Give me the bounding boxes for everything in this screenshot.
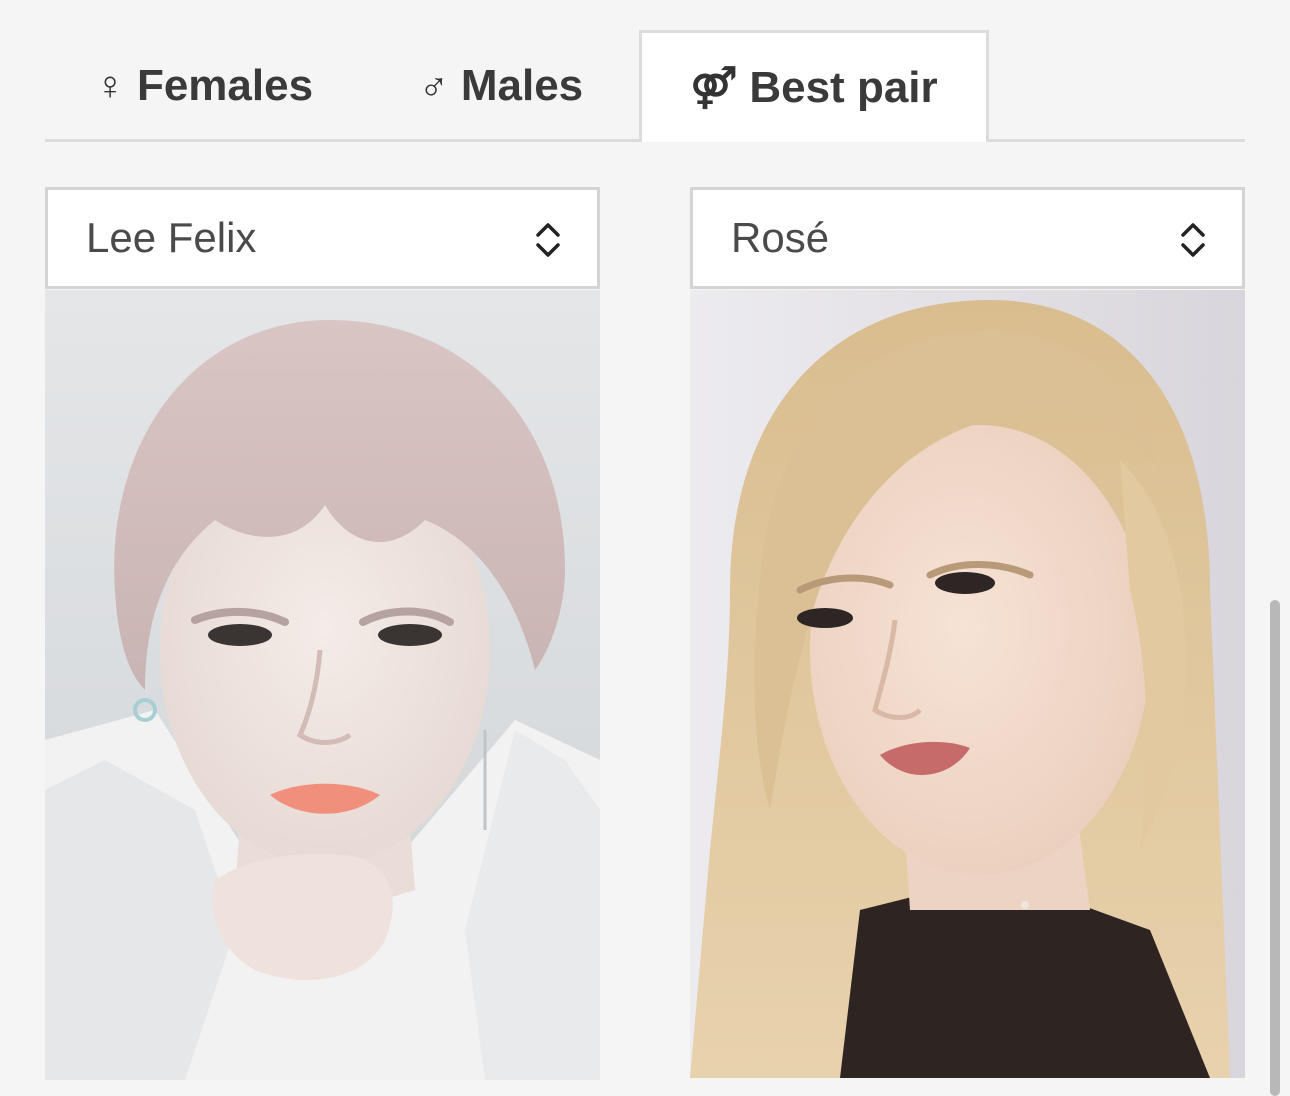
female-select-value: Rosé xyxy=(731,214,830,261)
gender-tabs: ♀ Females ♂ Males ⚤ Best pair xyxy=(45,30,1245,142)
female-photo xyxy=(690,290,1245,1078)
page: ♀ Females ♂ Males ⚤ Best pair Lee Felix … xyxy=(0,0,1290,1096)
male-select-value: Lee Felix xyxy=(86,214,257,261)
tab-females[interactable]: ♀ Females xyxy=(45,30,363,142)
chevron-up-down-icon xyxy=(536,223,560,257)
pair-icon: ⚤ xyxy=(690,65,738,110)
tab-best-pair[interactable]: ⚤ Best pair xyxy=(639,30,989,142)
tab-males[interactable]: ♂ Males xyxy=(363,30,639,142)
female-portrait-image xyxy=(690,290,1245,1078)
male-photo xyxy=(45,290,600,1080)
male-icon: ♂ xyxy=(418,63,449,108)
male-portrait-image xyxy=(45,290,600,1080)
tab-label: Best pair xyxy=(749,62,938,112)
female-select[interactable]: Rosé xyxy=(690,187,1245,289)
scrollbar[interactable] xyxy=(1270,600,1280,1096)
tab-label: Females xyxy=(136,61,314,110)
chevron-up-down-icon xyxy=(1181,223,1205,257)
male-select[interactable]: Lee Felix xyxy=(45,187,600,289)
female-icon: ♀ xyxy=(94,63,125,108)
tab-label: Males xyxy=(460,61,584,110)
